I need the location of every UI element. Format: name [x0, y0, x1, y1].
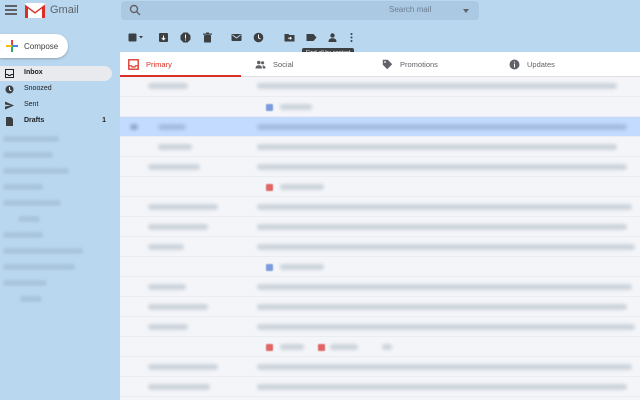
- tab-label: Promotions: [400, 60, 438, 69]
- email-row[interactable]: [120, 117, 640, 137]
- email-toolbar: [120, 22, 640, 52]
- sidebar-item-sent[interactable]: Sent: [0, 98, 112, 113]
- blurred-sidebar-item[interactable]: [3, 264, 75, 270]
- tab-label: Social: [273, 60, 294, 69]
- app-brand: Gmail: [50, 4, 79, 16]
- email-row[interactable]: [120, 257, 640, 277]
- email-row[interactable]: [120, 137, 640, 157]
- tag-icon: [382, 59, 393, 70]
- email-row[interactable]: [120, 157, 640, 177]
- tab-promotions[interactable]: Promotions: [374, 52, 495, 77]
- email-list: [120, 77, 640, 400]
- send-icon: [5, 101, 14, 110]
- email-row[interactable]: [120, 297, 640, 317]
- blurred-sidebar-item[interactable]: [3, 136, 59, 142]
- tab-social[interactable]: Social: [247, 52, 368, 77]
- draft-icon: [6, 117, 13, 126]
- search-icon[interactable]: [129, 4, 141, 16]
- email-row[interactable]: [120, 277, 640, 297]
- snooze-icon[interactable]: [253, 32, 264, 43]
- sidebar-item-snoozed[interactable]: Snoozed: [0, 82, 112, 97]
- email-row[interactable]: [120, 377, 640, 397]
- gmail-logo-icon[interactable]: [24, 2, 46, 19]
- inbox-icon: [5, 69, 14, 78]
- blurred-sidebar-item[interactable]: [3, 168, 69, 174]
- email-row[interactable]: [120, 77, 640, 97]
- email-row[interactable]: [120, 217, 640, 237]
- email-row[interactable]: [120, 317, 640, 337]
- info-icon: [509, 59, 520, 70]
- compose-plus-icon: [6, 40, 18, 52]
- search-input[interactable]: Search mail: [389, 5, 431, 14]
- move-to-icon[interactable]: [284, 32, 295, 43]
- drafts-count: 1: [102, 117, 106, 124]
- blurred-sidebar-item[interactable]: [20, 296, 42, 302]
- sidebar-item-label: Snoozed: [24, 85, 52, 92]
- sidebar-item-inbox[interactable]: Inbox: [0, 66, 112, 81]
- blurred-sidebar-item[interactable]: [3, 232, 43, 238]
- sidebar: Compose Inbox Snoozed Sent Drafts 1: [0, 22, 120, 400]
- blurred-sidebar-item[interactable]: [3, 280, 47, 286]
- main-menu-icon[interactable]: [5, 5, 17, 17]
- inbox-tabs: Primary Social Promotions Updates: [120, 52, 640, 77]
- blurred-sidebar-item[interactable]: [18, 216, 40, 222]
- find-by-contact-icon[interactable]: [327, 32, 338, 43]
- more-options-icon[interactable]: [346, 32, 357, 43]
- blurred-sidebar-item[interactable]: [3, 152, 53, 158]
- inbox-icon: [128, 59, 139, 70]
- sidebar-item-label: Sent: [24, 101, 39, 108]
- tab-label: Primary: [146, 60, 172, 69]
- archive-icon[interactable]: [158, 32, 169, 43]
- search-bar[interactable]: Search mail: [121, 1, 479, 20]
- email-row[interactable]: [120, 357, 640, 377]
- email-row[interactable]: [120, 197, 640, 217]
- clock-icon: [5, 85, 14, 94]
- labels-icon[interactable]: [306, 32, 317, 43]
- top-bar: Gmail Search mail: [0, 0, 640, 22]
- tab-label: Updates: [527, 60, 555, 69]
- compose-label: Compose: [24, 42, 59, 51]
- email-row[interactable]: [120, 97, 640, 117]
- compose-button[interactable]: Compose: [0, 34, 68, 58]
- report-spam-icon[interactable]: [180, 32, 191, 43]
- delete-icon[interactable]: [202, 32, 213, 43]
- sidebar-item-label: Drafts: [24, 117, 45, 124]
- people-icon: [255, 60, 266, 69]
- email-row[interactable]: [120, 177, 640, 197]
- tab-primary[interactable]: Primary: [120, 52, 241, 77]
- sidebar-item-drafts[interactable]: Drafts 1: [0, 114, 112, 129]
- tab-updates[interactable]: Updates: [501, 52, 622, 77]
- email-row[interactable]: [120, 237, 640, 257]
- search-options-icon[interactable]: [463, 9, 469, 13]
- sidebar-item-label: Inbox: [24, 69, 43, 76]
- select-checkbox-icon[interactable]: [128, 32, 144, 43]
- main-panel: Find all by contact Primary Social Promo…: [120, 22, 640, 400]
- blurred-sidebar-item[interactable]: [3, 248, 83, 254]
- blurred-sidebar-item[interactable]: [3, 184, 43, 190]
- blurred-sidebar-item[interactable]: [3, 200, 61, 206]
- email-row[interactable]: [120, 337, 640, 357]
- mark-unread-icon[interactable]: [231, 32, 242, 43]
